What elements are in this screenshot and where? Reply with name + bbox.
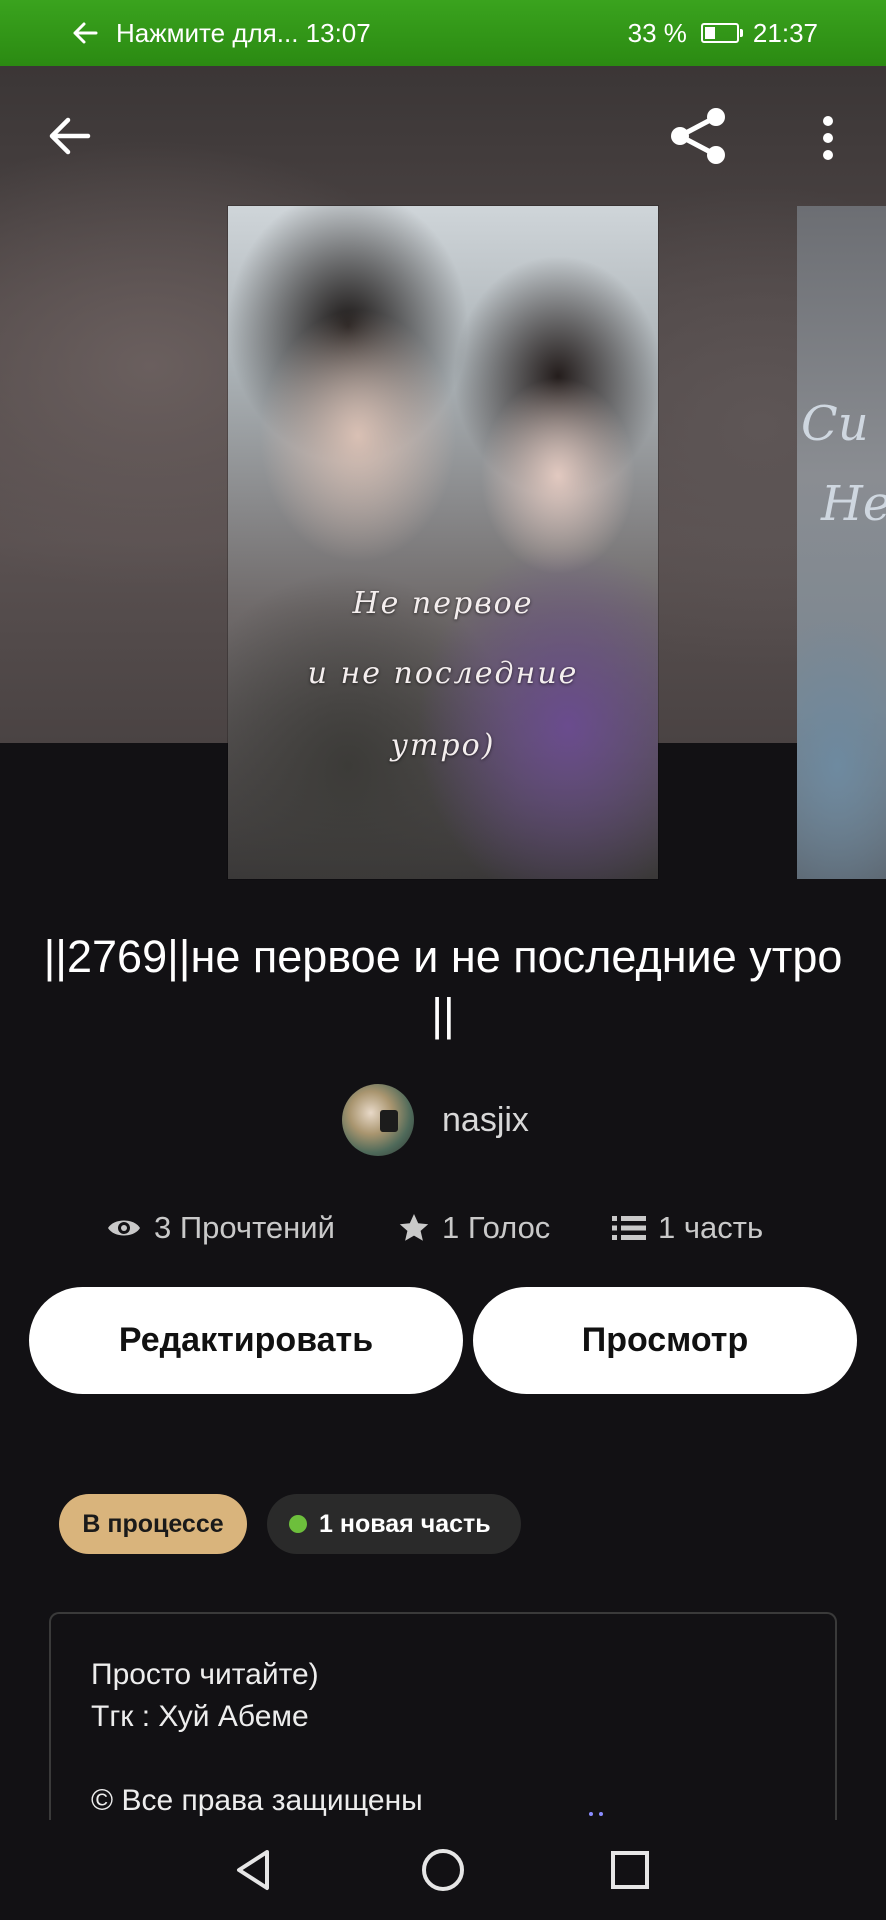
new-part-label: 1 новая часть (319, 1509, 491, 1538)
cover-text-line: и не последние (307, 656, 579, 691)
votes-stat: 1 Голос (398, 1204, 550, 1252)
share-icon (667, 105, 729, 167)
story-cover-image[interactable]: Не первое и не последние утро) (228, 206, 658, 879)
new-part-badge: 1 новая часть (267, 1494, 521, 1554)
square-recents-icon (610, 1850, 650, 1890)
status-bar: Нажмите для... 13:07 33 % 21:37 (0, 0, 886, 66)
description-line: Тгк : Хуй Абеме (91, 1700, 309, 1733)
notification-return[interactable]: Нажмите для... 13:07 (72, 0, 371, 66)
story-details-screen: Нажмите для... 13:07 33 % 21:37 Не перво… (0, 0, 886, 1920)
share-button[interactable] (664, 102, 732, 170)
cover-text-line: утро) (390, 728, 496, 763)
more-vertical-icon (822, 116, 834, 160)
next-cover-text: Си (801, 396, 869, 452)
reads-stat: 3 Прочтений (106, 1204, 335, 1252)
star-icon (398, 1212, 430, 1244)
eye-icon (106, 1216, 142, 1240)
arrow-left-icon (72, 21, 98, 45)
edit-button[interactable]: Редактировать (29, 1287, 463, 1394)
clock: 21:37 (752, 17, 818, 48)
expand-dots-icon[interactable] (589, 1812, 603, 1816)
author-name: nasjix (442, 1100, 529, 1139)
parts-stat: 1 часть (612, 1204, 763, 1252)
view-button[interactable]: Просмотр (473, 1287, 857, 1394)
status-indicators: 33 % 21:37 (628, 0, 818, 66)
triangle-back-icon (233, 1848, 273, 1892)
nav-home-button[interactable] (413, 1840, 473, 1900)
votes-count: 1 Голос (442, 1210, 551, 1245)
description-line: Просто читайте) (91, 1658, 319, 1691)
new-indicator-dot (289, 1515, 307, 1533)
next-story-cover[interactable]: Си Не (797, 206, 886, 879)
author-link[interactable]: nasjix (342, 1084, 529, 1156)
circle-home-icon (421, 1848, 465, 1892)
nav-recents-button[interactable] (600, 1840, 660, 1900)
next-cover-text: Не (821, 476, 886, 532)
status-badge: В процессе (59, 1494, 247, 1554)
system-nav-bar (0, 1820, 886, 1920)
cover-text-line: Не первое (352, 586, 534, 621)
description-box[interactable]: Просто читайте) Тгк : Хуй Абеме © Все пр… (49, 1612, 837, 1820)
description-line: © Все права защищены (91, 1784, 423, 1817)
notification-text: Нажмите для... 13:07 (116, 17, 371, 48)
avatar (342, 1084, 414, 1156)
list-icon (612, 1214, 646, 1242)
story-title: ||2769||не первое и не последние утро || (43, 931, 843, 1040)
parts-count: 1 часть (658, 1210, 764, 1245)
nav-back-button[interactable] (223, 1840, 283, 1900)
story-stats: 3 Прочтений 1 Голос 1 часть (0, 1204, 886, 1252)
battery-icon (700, 23, 743, 43)
back-button[interactable] (40, 106, 100, 166)
battery-percent: 33 % (627, 17, 687, 48)
arrow-left-icon (48, 116, 92, 156)
more-options-button[interactable] (808, 108, 848, 168)
reads-count: 3 Прочтений (154, 1210, 335, 1245)
